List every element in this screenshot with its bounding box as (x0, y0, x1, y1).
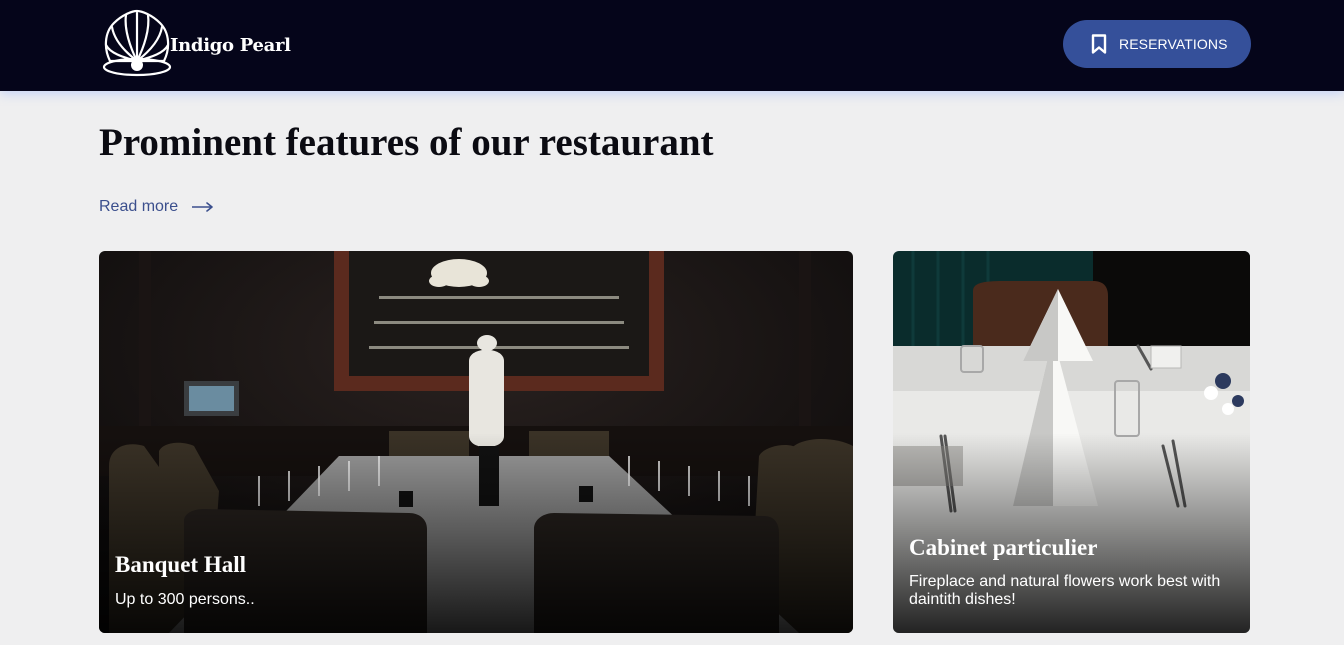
pearl-shell-icon (102, 9, 172, 77)
arrow-right-icon (192, 202, 213, 212)
card-title: Banquet Hall (115, 552, 247, 577)
page-title: Prominent features of our restaurant (99, 121, 714, 164)
feature-card-banquet-hall[interactable]: Banquet Hall Up to 300 persons.. (99, 251, 853, 633)
top-navigation-bar: Indigo Pearl RESERVATIONS (0, 0, 1344, 91)
brand-logo-link[interactable]: Indigo Pearl (100, 8, 291, 78)
card-description: Up to 300 persons.. (115, 591, 255, 608)
brand-name: Indigo Pearl (170, 34, 291, 56)
reservations-label: RESERVATIONS (1119, 36, 1228, 52)
feature-card-cabinet-particulier[interactable]: Cabinet particulier Fireplace and natura… (893, 251, 1250, 633)
bookmark-icon (1091, 34, 1107, 54)
card-title: Cabinet particulier (909, 535, 1098, 560)
read-more-link[interactable]: Read more (99, 198, 214, 216)
read-more-label: Read more (99, 198, 179, 215)
reservations-button[interactable]: RESERVATIONS (1063, 20, 1251, 68)
card-description: Fireplace and natural flowers work best … (909, 573, 1221, 608)
